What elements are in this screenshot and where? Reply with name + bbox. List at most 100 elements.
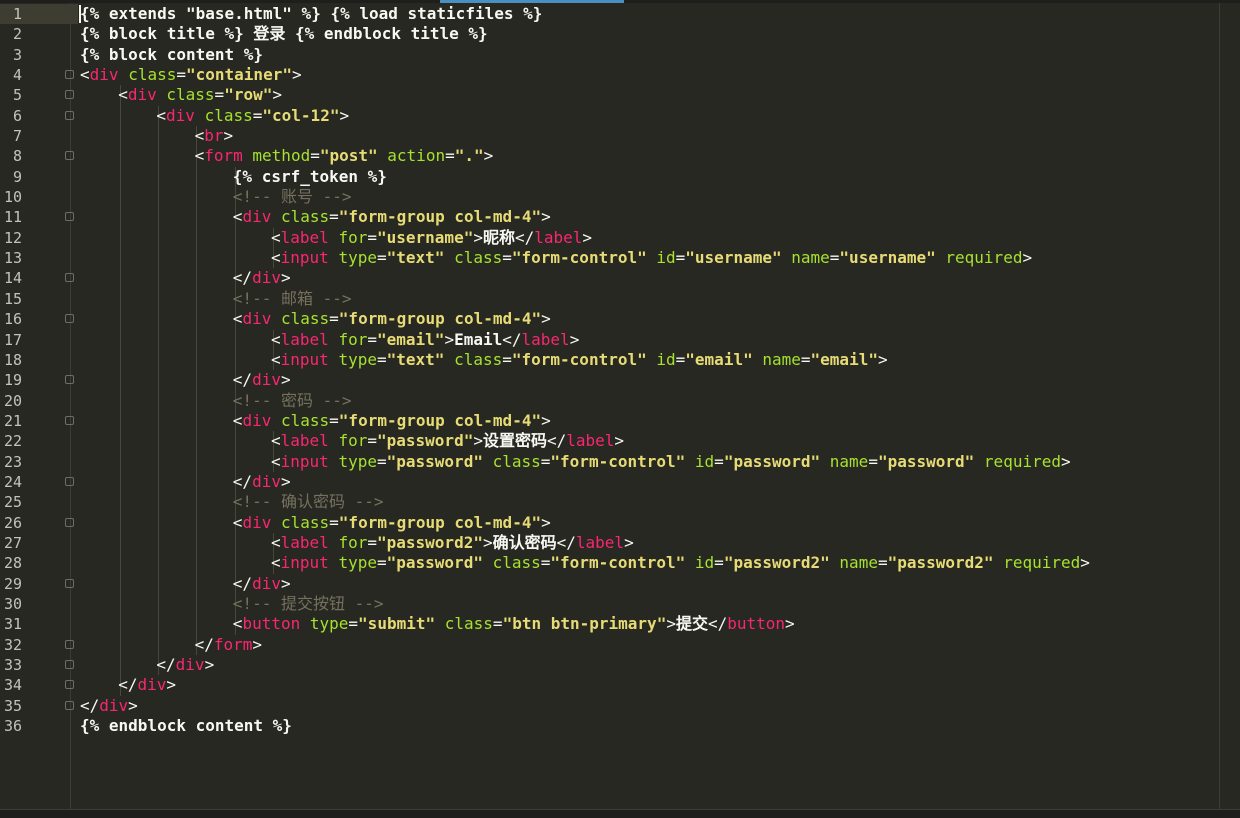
fold-marker-icon[interactable]	[65, 639, 74, 649]
code-lines[interactable]: 1 {% extends "base.html" %} {% load stati…	[0, 4, 1240, 736]
code-line[interactable]: 4 <div class="container">	[0, 65, 1240, 85]
token-punct: =	[367, 431, 377, 451]
token-tag: label	[280, 329, 329, 349]
token-punct: </	[232, 370, 253, 390]
token-punct: =	[868, 451, 878, 471]
code-text: <label for="username">昵称</label>	[271, 228, 592, 248]
fold-marker-icon[interactable]	[65, 110, 74, 120]
fold-marker-icon[interactable]	[65, 517, 74, 527]
token-punct: >	[280, 573, 291, 593]
line-number: 10	[3, 188, 22, 207]
code-line[interactable]: 8 <form method="post" action=".">	[0, 146, 1240, 167]
code-text: </div>	[156, 655, 214, 675]
token-str: "username"	[377, 227, 474, 247]
code-line[interactable]: 12 <label for="username">昵称</label>	[0, 227, 1240, 249]
token-punct: <	[232, 410, 243, 430]
code-line[interactable]: 30 <!-- 提交按钮 -->	[0, 593, 1240, 615]
code-line[interactable]: 23 <input type="password" class="form-con…	[0, 451, 1240, 472]
code-line[interactable]: 13 <input type="text" class="form-control…	[0, 248, 1240, 269]
code-line[interactable]: 10 <!-- 账号 -->	[0, 187, 1240, 208]
token-str: "."	[454, 146, 484, 166]
code-line[interactable]: 2 {% block title %} 登录 {% endblock title …	[0, 24, 1240, 44]
fold-marker-icon[interactable]	[65, 212, 74, 222]
indent-guide	[234, 431, 236, 452]
indent-guide	[120, 512, 121, 533]
indent-guide	[120, 451, 121, 472]
indent-guide	[196, 471, 198, 493]
indent-guide	[158, 187, 160, 208]
token-txt: 昵称	[482, 227, 515, 247]
code-line[interactable]: 3 {% block content %}	[0, 45, 1240, 65]
indent-guide	[196, 573, 198, 594]
code-line[interactable]: 7 <br>	[0, 126, 1240, 147]
code-line[interactable]: 5 <div class="row">	[0, 85, 1240, 106]
code-line[interactable]: 33 </div>	[0, 655, 1240, 676]
fold-marker-icon[interactable]	[65, 314, 74, 324]
indent-guide	[196, 512, 198, 533]
token-punct	[157, 85, 167, 104]
code-line[interactable]: 28 <input type="password" class="form-con…	[0, 553, 1240, 574]
code-line[interactable]: 14 </div>	[0, 268, 1240, 289]
active-tab-indicator[interactable]	[440, 0, 624, 3]
fold-marker-icon[interactable]	[65, 90, 74, 100]
code-line[interactable]: 19 </div>	[0, 370, 1240, 391]
code-line[interactable]: 17 <label for="email">Email</label>	[0, 329, 1240, 350]
fold-marker-icon[interactable]	[65, 680, 74, 690]
code-line[interactable]: 15 <!-- 邮箱 -->	[0, 288, 1240, 310]
fold-marker-icon[interactable]	[65, 273, 74, 283]
indent-guide	[120, 471, 121, 493]
line-number: 1	[12, 5, 22, 23]
code-line[interactable]: 11 <div class="form-group col-md-4">	[0, 207, 1240, 228]
token-str: "password2"	[887, 553, 994, 573]
code-line[interactable]: 29 </div>	[0, 573, 1240, 594]
token-punct: =	[367, 329, 377, 349]
token-punct: >	[1080, 553, 1090, 573]
line-number: 26	[3, 513, 22, 532]
fold-marker-icon[interactable]	[65, 151, 74, 161]
code-line[interactable]: 31 <button type="submit" class="btn btn-p…	[0, 614, 1240, 635]
token-cmt: <!-- 确认密码 -->	[232, 492, 384, 512]
indent-guide	[120, 309, 121, 330]
horizontal-scrollbar[interactable]	[0, 809, 1240, 818]
code-text: <div class="form-group col-md-4">	[233, 207, 551, 227]
token-attr: id	[694, 553, 715, 573]
token-punct	[444, 248, 454, 267]
indent-guide	[196, 329, 198, 350]
token-str: "password"	[377, 431, 474, 451]
code-line[interactable]: 24 </div>	[0, 471, 1240, 493]
code-line[interactable]: 21 <div class="form-group col-md-4">	[0, 410, 1240, 432]
code-line[interactable]: 34 </div>	[0, 675, 1240, 696]
code-line[interactable]: 25 <!-- 确认密码 -->	[0, 492, 1240, 513]
code-line[interactable]: 9 {% csrf_token %}	[0, 166, 1240, 188]
line-number: 30	[3, 594, 22, 613]
token-punct: >	[624, 532, 634, 552]
token-attr: id	[656, 349, 676, 369]
indent-guide	[158, 390, 160, 411]
token-punct: </	[156, 655, 176, 674]
code-line[interactable]: 22 <label for="password">设置密码</label>	[0, 431, 1240, 452]
code-line[interactable]: 18 <input type="text" class="form-control…	[0, 349, 1240, 371]
code-editor[interactable]: 1 {% extends "base.html" %} {% load stati…	[0, 0, 1240, 818]
token-punct	[329, 330, 339, 349]
token-str: "post"	[319, 146, 378, 166]
fold-marker-icon[interactable]	[65, 375, 74, 385]
fold-marker-icon[interactable]	[65, 578, 74, 588]
token-punct: =	[329, 512, 339, 532]
code-line[interactable]: 20 <!-- 密码 -->	[0, 390, 1240, 411]
code-line[interactable]: 36 {% endblock content %}	[0, 716, 1240, 736]
fold-marker-icon[interactable]	[65, 660, 74, 669]
code-line[interactable]: 1 {% extends "base.html" %} {% load stati…	[0, 4, 1240, 24]
fold-marker-icon[interactable]	[65, 70, 74, 80]
code-line[interactable]: 35 </div>	[0, 696, 1240, 716]
code-line[interactable]: 6 <div class="col-12">	[0, 105, 1240, 127]
code-line[interactable]: 27 <label for="password2">确认密码</label>	[0, 532, 1240, 554]
fold-marker-icon[interactable]	[65, 415, 74, 425]
code-line[interactable]: 32 </form>	[0, 634, 1240, 655]
code-line[interactable]: 26 <div class="form-group col-md-4">	[0, 512, 1240, 533]
fold-marker-icon[interactable]	[65, 476, 74, 486]
token-str: "form-control"	[550, 553, 686, 573]
token-tag: div	[175, 655, 205, 674]
line-number: 17	[3, 330, 22, 349]
fold-marker-icon[interactable]	[65, 700, 74, 710]
code-line[interactable]: 16 <div class="form-group col-md-4">	[0, 309, 1240, 330]
